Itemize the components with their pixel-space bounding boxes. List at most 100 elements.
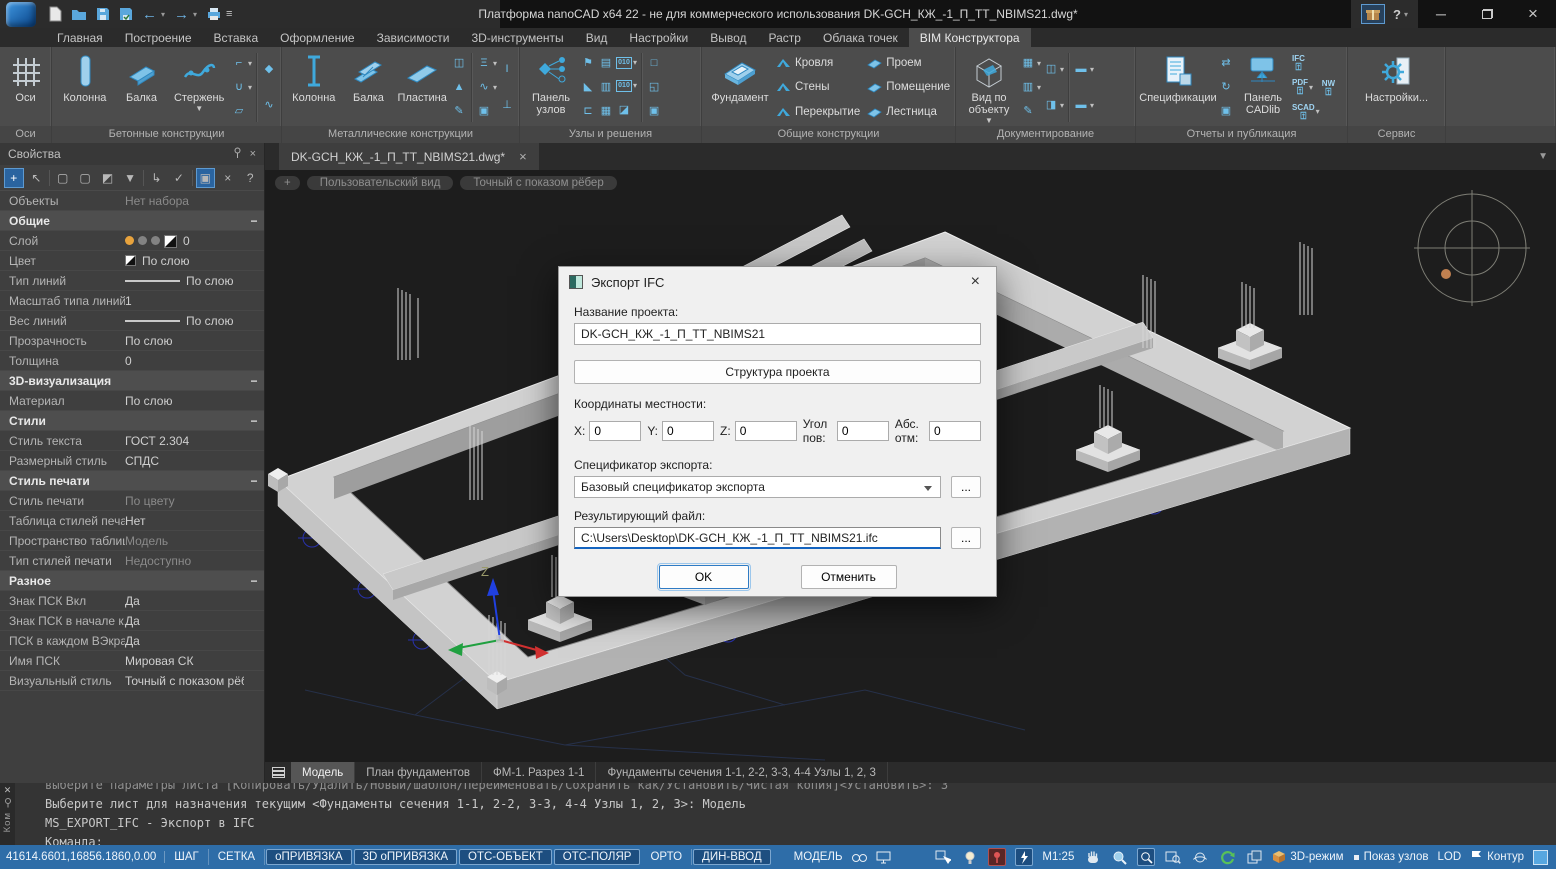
spec-browse-button[interactable]: ... [951, 476, 981, 498]
property-row[interactable]: Прозрачность По слою [0, 331, 264, 351]
qat-customize-icon[interactable]: ≡ [226, 8, 232, 20]
minimize-button[interactable]: ─ [1418, 0, 1464, 28]
property-row[interactable]: Стиль печати По цвету [0, 491, 264, 511]
rebar-010-icon[interactable]: 010 [616, 80, 632, 92]
redo-dropdown-icon[interactable]: ▾ [193, 10, 197, 19]
viewport-add-button[interactable]: + [275, 176, 300, 190]
document-list-dropdown-icon[interactable]: ▼ [1538, 151, 1548, 162]
property-row[interactable]: Объекты Нет набора [0, 191, 264, 211]
clean-screen-icon[interactable] [1533, 850, 1548, 865]
sheet-tab[interactable]: План фундаментов [355, 762, 482, 783]
promo-gift-icon[interactable] [1361, 4, 1385, 24]
ribbon-mini-icon[interactable]: ◨ [1043, 98, 1059, 113]
ribbon-mini-icon[interactable]: □ [646, 56, 662, 71]
ribbon-mini-icon[interactable]: ▣ [646, 104, 662, 119]
props-subselect-icon[interactable]: ↳ [147, 168, 166, 188]
export-pdf-icon[interactable]: PDF⍐ [1292, 78, 1308, 96]
concrete-beam-button[interactable]: Балка [115, 49, 169, 126]
property-row[interactable]: Разное − [0, 571, 264, 591]
ribbon-mini-icon[interactable]: ▣ [1218, 104, 1234, 119]
export-ifc-icon[interactable]: IFC⍐ [1292, 54, 1305, 72]
props-filter-icon[interactable]: ▼ [120, 168, 139, 188]
undo-icon[interactable]: ← [142, 7, 157, 22]
property-row[interactable]: Слой 0 [0, 231, 264, 251]
view-by-object-button[interactable]: Вид по объекту ▼ [959, 49, 1019, 126]
props-quick-select-icon[interactable]: ◩ [98, 168, 117, 188]
new-document-icon[interactable] [49, 4, 62, 24]
sheet-tab[interactable]: ФМ-1. Разрез 1-1 [482, 762, 596, 783]
monitor-icon[interactable] [875, 848, 893, 866]
ribbon-tab[interactable]: BIM Конструктора [909, 28, 1031, 47]
close-button[interactable]: × [1510, 0, 1556, 28]
command-line-panel[interactable]: ✕ Ком выберите параметры листа [Копирова… [0, 783, 1556, 845]
ribbon-mini-icon[interactable]: ▦ [598, 104, 614, 119]
save-icon[interactable] [96, 4, 110, 24]
export-spec-combobox[interactable]: Базовый спецификатор экспорта [574, 476, 941, 498]
zoom-icon[interactable] [1110, 848, 1128, 866]
common-construction-item[interactable]: Лестница [867, 101, 950, 123]
property-row[interactable]: Имя ПСК Мировая СК [0, 651, 264, 671]
ribbon-tab[interactable]: Главная [46, 28, 114, 47]
property-row[interactable]: Знак ПСК в начале к... Да [0, 611, 264, 631]
viewport-visual-style-button[interactable]: Точный с показом рёбер [460, 176, 616, 190]
export-scad-icon[interactable]: SCAD⍐ [1292, 103, 1315, 121]
ribbon-mini-icon[interactable]: ▤ [598, 56, 614, 71]
ribbon-mini-icon[interactable]: ▦ [1020, 56, 1036, 71]
status-toggle[interactable]: оПРИВЯЗКА [266, 849, 352, 865]
status-toggle[interactable]: СЕТКА [209, 849, 265, 865]
ribbon-mini-icon[interactable]: ↻ [1218, 80, 1234, 95]
ribbon-tab[interactable]: Облака точек [812, 28, 909, 47]
sheet-list-icon[interactable] [265, 762, 291, 783]
nodes-panel-button[interactable]: Панель узлов [523, 49, 579, 126]
collapse-icon[interactable]: − [244, 574, 264, 588]
status-toggle[interactable]: ШАГ [165, 849, 208, 865]
model-space-indicator[interactable]: МОДЕЛЬ [794, 848, 893, 866]
ribbon-tab[interactable]: Вывод [699, 28, 757, 47]
property-row[interactable]: Стиль текста ГОСТ 2.304 [0, 431, 264, 451]
property-row[interactable]: 3D-визуализация − [0, 371, 264, 391]
dialog-titlebar[interactable]: Экспорт IFC × [559, 267, 996, 297]
coordinate-input[interactable] [735, 421, 797, 441]
ribbon-mini-icon[interactable]: ▬ [1073, 62, 1089, 77]
help-dropdown-icon[interactable]: ▾ [1404, 10, 1408, 19]
ribbon-mini-icon[interactable]: ▬ [1073, 98, 1089, 113]
collapse-icon[interactable]: − [244, 374, 264, 388]
property-row[interactable]: Цвет По слою [0, 251, 264, 271]
ribbon-mini-icon[interactable]: ⇄ [1218, 56, 1234, 71]
lighting-icon[interactable] [961, 848, 979, 866]
property-row[interactable]: ПСК в каждом ВЭкране Да [0, 631, 264, 651]
common-construction-item[interactable]: Помещение [867, 76, 950, 98]
metal-plate-button[interactable]: Пластина [394, 49, 450, 126]
concrete-rod-button[interactable]: Стержень ▼ [168, 49, 230, 126]
ribbon-tab[interactable]: Растр [758, 28, 812, 47]
close-panel-icon[interactable]: × [250, 148, 256, 160]
document-tab[interactable]: DK-GCH_КЖ_-1_П_ТТ_NBIMS21.dwg* × [279, 143, 539, 170]
common-construction-item[interactable]: Перекрытие [776, 101, 860, 123]
ribbon-mini-icon[interactable]: ◫ [1043, 62, 1059, 77]
file-browse-button[interactable]: ... [951, 527, 981, 549]
property-row[interactable]: Визуальный стиль Точный с показом рёбер [0, 671, 264, 691]
ribbon-mini-icon[interactable]: ∿ [476, 80, 492, 95]
props-apply-icon[interactable]: ✓ [169, 168, 188, 188]
ok-button[interactable]: OK [659, 565, 749, 589]
ribbon-tab[interactable]: Вид [575, 28, 619, 47]
property-row[interactable]: Знак ПСК Вкл Да [0, 591, 264, 611]
ribbon-mini-icon[interactable]: ▣ [476, 104, 492, 119]
property-row[interactable]: Тип стилей печати Недоступно [0, 551, 264, 571]
props-select-add-icon[interactable]: + [4, 168, 24, 188]
status-toggle[interactable]: ОТС-ПОЛЯР [554, 849, 641, 865]
workspace-icon[interactable] [850, 848, 868, 866]
ribbon-tab[interactable]: Зависимости [366, 28, 461, 47]
ribbon-mini-icon[interactable]: ◪ [616, 103, 632, 118]
property-row[interactable]: Тип линий По слою [0, 271, 264, 291]
view-by-object-dropdown-icon[interactable]: ▼ [985, 117, 993, 125]
ribbon-mini-icon[interactable]: ⊥ [499, 98, 515, 113]
props-select-icon[interactable]: ↖ [27, 168, 46, 188]
mode-3d-toggle[interactable]: 3D-режим [1272, 850, 1343, 864]
props-rect-select-icon[interactable]: ▢ [53, 168, 72, 188]
ribbon-mini-icon[interactable]: ◱ [646, 80, 662, 95]
document-close-icon[interactable]: × [519, 149, 527, 164]
ribbon-mini-icon[interactable]: ◣ [580, 80, 596, 95]
ribbon-mini-icon[interactable]: Ξ [476, 56, 492, 71]
foundation-button[interactable]: Фундамент [705, 49, 775, 126]
